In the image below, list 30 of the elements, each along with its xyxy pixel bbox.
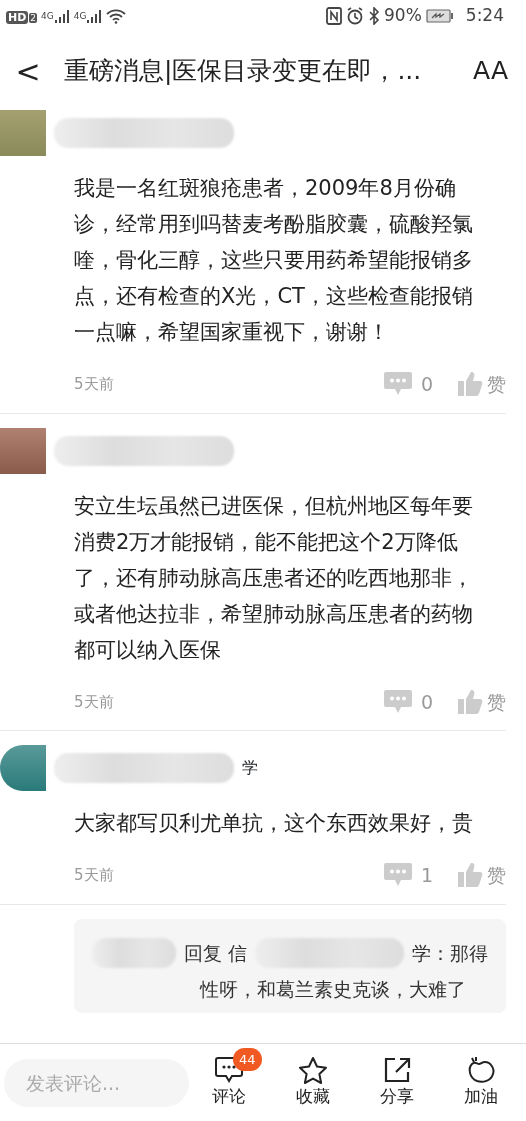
clock: 5:24 bbox=[465, 4, 504, 28]
back-button[interactable]: < bbox=[8, 48, 48, 94]
font-size-button[interactable]: AA bbox=[473, 52, 508, 90]
page-title: 重磅消息|医保目录变更在即，... bbox=[64, 55, 422, 88]
battery-icon bbox=[425, 8, 454, 24]
star-icon bbox=[298, 1055, 328, 1084]
reply-text: 学：那得 bbox=[412, 940, 488, 966]
action-button[interactable]: 收藏 bbox=[273, 1055, 353, 1110]
count-badge: 44 bbox=[233, 1047, 262, 1072]
battery-level: 90% bbox=[384, 4, 422, 28]
username-fragment: 学 bbox=[242, 757, 258, 779]
bluetooth-icon bbox=[368, 7, 380, 25]
comment-time: 5天前 bbox=[74, 691, 114, 713]
comment-time: 5天前 bbox=[74, 865, 114, 886]
comment-time: 5天前 bbox=[74, 374, 114, 395]
thumbs-up-icon bbox=[457, 862, 483, 889]
comment-input[interactable]: 发表评论... bbox=[4, 1058, 189, 1107]
nfc-icon bbox=[326, 7, 342, 25]
share-icon bbox=[382, 1055, 412, 1084]
reply-text: 性呀，和葛兰素史克谈，大难了 bbox=[198, 976, 467, 1002]
reply-label: 回复 信 bbox=[183, 940, 247, 966]
action-button[interactable]: 加油 bbox=[441, 1055, 521, 1110]
comment-text: 我是一名红斑狼疮患者，2009年8月份确诊，经常用到吗替麦考酚脂胶囊，硫酸羟氯喹，骨化三醇，这些只要用药希望能报销多点，还有检查的X光，CT，这些检查能报销一点嘛，希望国家重视下，谢谢！ bbox=[74, 175, 474, 346]
thumbs-up-icon bbox=[457, 371, 483, 398]
comment-text: 大家都写贝利尤单抗，这个东西效果好，贵 bbox=[74, 810, 474, 837]
thumbs-up-icon bbox=[457, 688, 483, 715]
comment-text: 安立生坛虽然已进医保，但杭州地区每年要消费2万才能报销，能不能把这个2万降低了，还有肺动脉高压患者还的吃西地那非，或者他达拉非，希望肺动脉高压患者的药物都可以纳入医保 bbox=[74, 492, 474, 664]
action-button[interactable]: 分享 bbox=[357, 1055, 437, 1110]
alarm-icon bbox=[346, 7, 364, 25]
comment-icon bbox=[382, 688, 413, 715]
